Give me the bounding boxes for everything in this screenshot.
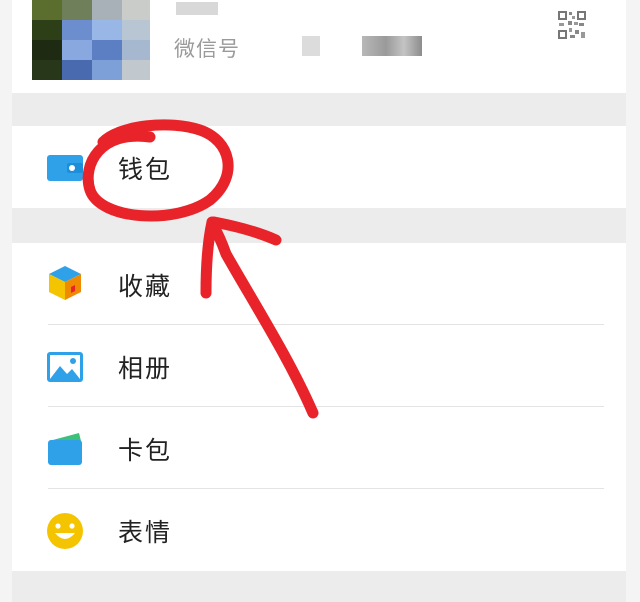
qr-code-icon[interactable] [557,10,587,40]
menu-item-stickers[interactable]: 表情 [12,489,626,571]
album-picture-icon [47,352,83,382]
wechat-id-redacted [362,36,422,56]
section-separator [12,208,626,243]
wechat-id-redacted [302,36,320,56]
menu-item-label: 表情 [118,518,173,547]
avatar[interactable] [32,0,150,80]
menu-item-label: 收藏 [118,272,173,301]
menu-item-favorites[interactable]: 收藏 [12,243,626,325]
section-separator [12,571,626,602]
profile-header[interactable]: 微信号 [12,0,626,93]
sticker-smiley-icon [47,513,83,549]
menu-item-label: 钱包 [118,155,173,184]
favorites-cube-icon [49,266,81,300]
right-edge [626,0,640,602]
section-separator [12,93,626,126]
left-edge [0,0,12,602]
menu-item-card-pack[interactable]: 卡包 [12,407,626,489]
menu-item-wallet[interactable]: 钱包 [12,126,626,208]
menu-item-album[interactable]: 相册 [12,325,626,407]
menu-item-label: 相册 [118,354,173,383]
menu-item-label: 卡包 [118,436,173,465]
nickname-redacted [176,2,218,15]
card-pack-icon [48,433,82,465]
wallet-icon [47,155,83,181]
wechat-id-label: 微信号 [174,37,240,61]
wechat-me-page: 微信号 钱包 收藏 相册 卡包 表情 [0,0,640,602]
